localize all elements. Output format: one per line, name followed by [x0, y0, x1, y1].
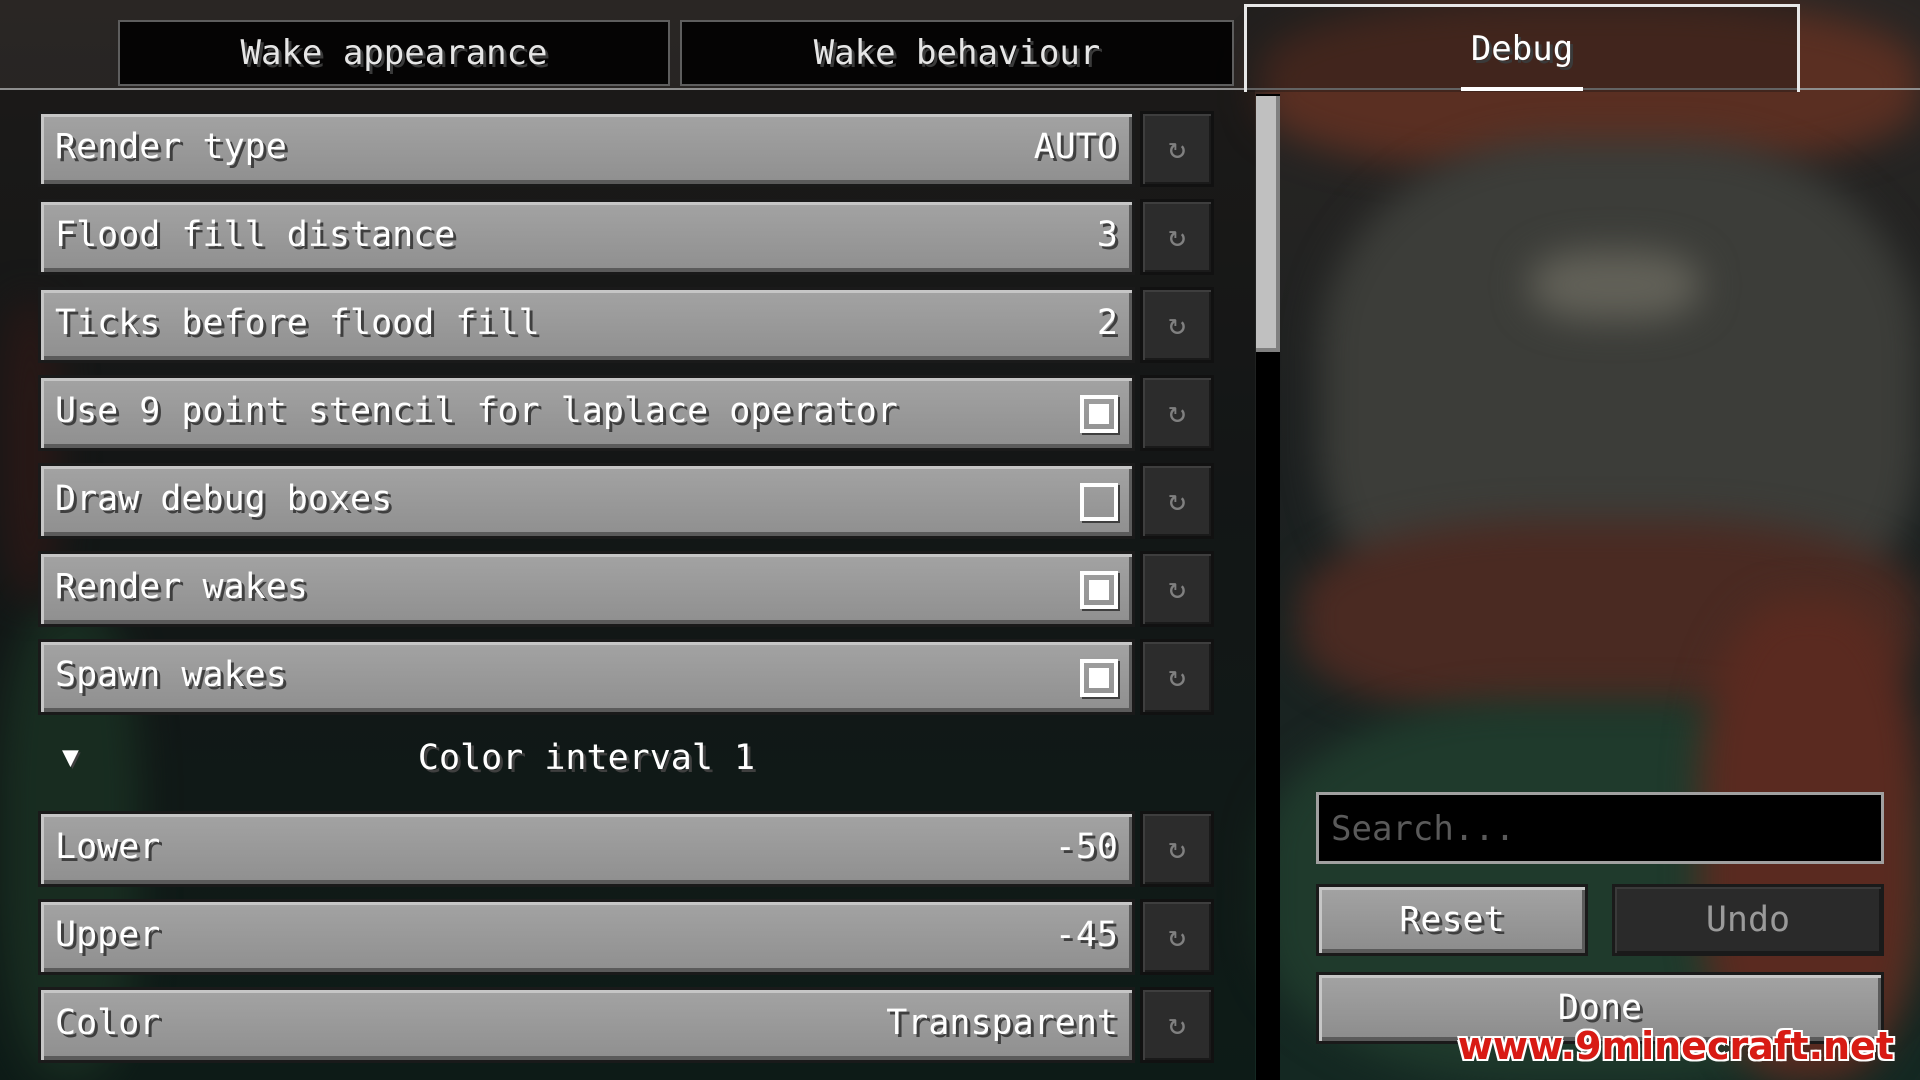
- option-value: Transparent: [886, 1003, 1118, 1043]
- tab-debug[interactable]: Debug: [1244, 4, 1800, 92]
- option-upper[interactable]: Upper -45: [38, 899, 1135, 975]
- reset-color-button[interactable]: ↻: [1140, 987, 1214, 1063]
- group-title: Color interval 1: [417, 738, 756, 778]
- scrollbar-thumb[interactable]: [1256, 96, 1280, 352]
- option-ticks-before-flood-fill[interactable]: Ticks before flood fill 2: [38, 287, 1135, 363]
- option-label: Flood fill distance: [55, 215, 456, 255]
- option-lower[interactable]: Lower -50: [38, 811, 1135, 887]
- option-flood-fill-distance[interactable]: Flood fill distance 3: [38, 199, 1135, 275]
- search-input[interactable]: [1329, 795, 1873, 863]
- reset-button[interactable]: Reset: [1316, 884, 1588, 956]
- option-label: Lower: [55, 827, 161, 867]
- reset-icon: ↻: [1167, 659, 1187, 694]
- option-label: Draw debug boxes: [55, 479, 393, 519]
- option-label: Color: [55, 1003, 161, 1043]
- checkbox-nine-point-stencil[interactable]: [1080, 395, 1118, 433]
- reset-icon: ↻: [1167, 831, 1187, 866]
- tab-debug-label: Debug: [1470, 29, 1574, 69]
- option-label: Ticks before flood fill: [55, 303, 540, 343]
- tab-wake-behaviour[interactable]: Wake behaviour: [680, 20, 1234, 86]
- reset-ticks-before-flood-fill-button[interactable]: ↻: [1140, 287, 1214, 363]
- reset-icon: ↻: [1167, 483, 1187, 518]
- option-nine-point-stencil[interactable]: Use 9 point stencil for laplace operator: [38, 375, 1135, 451]
- undo-button[interactable]: Undo: [1612, 884, 1884, 956]
- option-value: 3: [1096, 215, 1118, 255]
- option-label: Use 9 point stencil for laplace operator: [55, 391, 898, 431]
- reset-lower-button[interactable]: ↻: [1140, 811, 1214, 887]
- reset-icon: ↻: [1167, 1007, 1187, 1042]
- checkbox-spawn-wakes[interactable]: [1080, 659, 1118, 697]
- option-label: Render wakes: [55, 567, 308, 607]
- reset-nine-point-stencil-button[interactable]: ↻: [1140, 375, 1214, 451]
- reset-render-type-button[interactable]: ↻: [1140, 111, 1214, 187]
- option-value: -45: [1054, 915, 1118, 955]
- watermark: www.9minecraft.net: [1457, 1024, 1894, 1068]
- checkbox-render-wakes[interactable]: [1080, 571, 1118, 609]
- reset-upper-button[interactable]: ↻: [1140, 899, 1214, 975]
- reset-icon: ↻: [1167, 307, 1187, 342]
- option-value: AUTO: [1033, 127, 1118, 167]
- reset-icon: ↻: [1167, 395, 1187, 430]
- option-draw-debug-boxes[interactable]: Draw debug boxes: [38, 463, 1135, 539]
- search-field[interactable]: [1316, 792, 1884, 864]
- reset-flood-fill-distance-button[interactable]: ↻: [1140, 199, 1214, 275]
- option-value: -50: [1054, 827, 1118, 867]
- option-render-type[interactable]: Render type AUTO: [38, 111, 1135, 187]
- option-label: Render type: [55, 127, 287, 167]
- option-label: Spawn wakes: [55, 655, 287, 695]
- checkbox-draw-debug-boxes[interactable]: [1080, 483, 1118, 521]
- tab-active-underline: [1461, 87, 1583, 91]
- reset-render-wakes-button[interactable]: ↻: [1140, 551, 1214, 627]
- tab-wake-appearance[interactable]: Wake appearance: [118, 20, 670, 86]
- option-render-wakes[interactable]: Render wakes: [38, 551, 1135, 627]
- reset-spawn-wakes-button[interactable]: ↻: [1140, 639, 1214, 715]
- reset-icon: ↻: [1167, 919, 1187, 954]
- option-value: 2: [1096, 303, 1118, 343]
- reset-icon: ↻: [1167, 571, 1187, 606]
- reset-icon: ↻: [1167, 219, 1187, 254]
- option-spawn-wakes[interactable]: Spawn wakes: [38, 639, 1135, 715]
- option-label: Upper: [55, 915, 161, 955]
- reset-icon: ↻: [1167, 131, 1187, 166]
- option-color[interactable]: Color Transparent: [38, 987, 1135, 1063]
- reset-draw-debug-boxes-button[interactable]: ↻: [1140, 463, 1214, 539]
